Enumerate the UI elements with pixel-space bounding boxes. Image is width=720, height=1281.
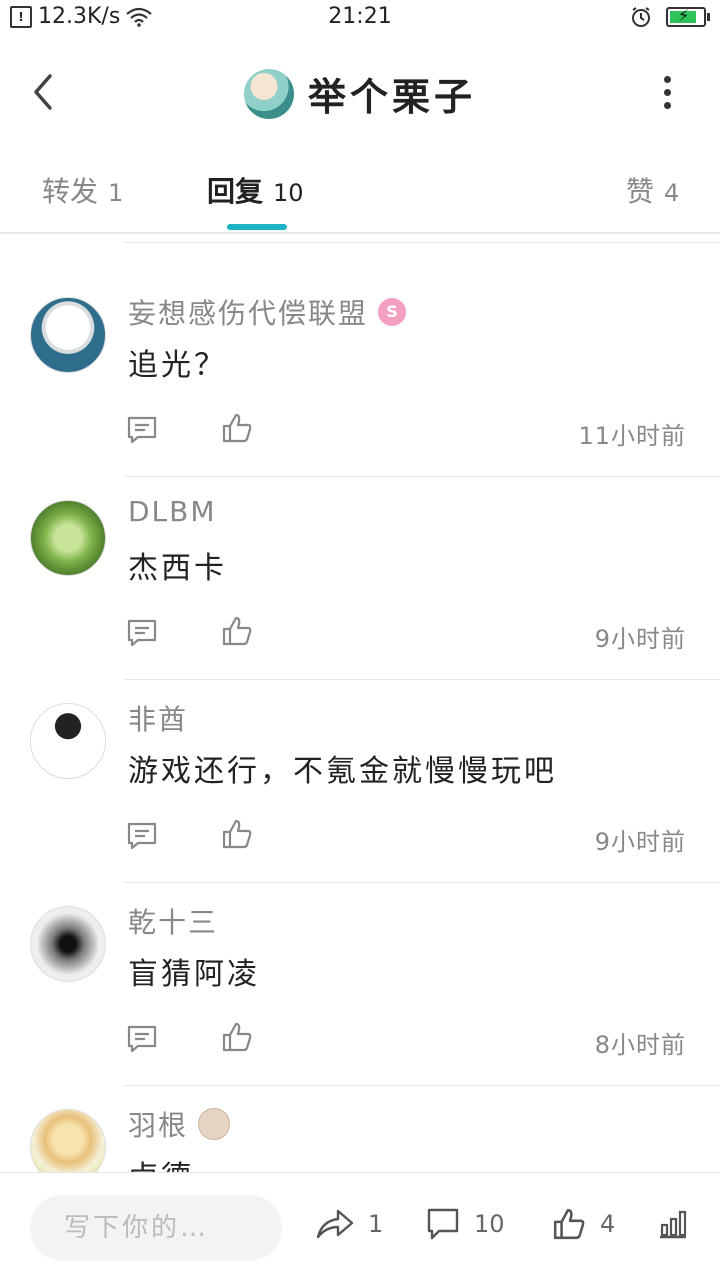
avatar[interactable]	[30, 1109, 106, 1172]
reply-icon[interactable]	[126, 820, 158, 852]
comment-author[interactable]: 乾十三	[128, 901, 218, 941]
tab-indicator	[227, 224, 287, 230]
comment-item: DLBM 杰西卡 9小时前	[0, 477, 720, 680]
comment-button[interactable]: 10	[426, 1207, 505, 1241]
level-badge: S	[378, 298, 407, 326]
status-bar: ! 12.3K/s 21:21 ⚡	[0, 0, 720, 36]
avatar[interactable]	[30, 297, 106, 373]
share-icon	[316, 1209, 354, 1239]
medal-icon	[198, 1108, 231, 1140]
tab-repost[interactable]: 转发 1	[42, 170, 123, 210]
comment-time: 8小时前	[594, 1031, 686, 1059]
comment-author[interactable]: 妄想感伤代偿联盟	[128, 292, 368, 332]
comment-count: 10	[474, 1210, 505, 1238]
comment-text: 追光？	[128, 348, 227, 383]
comment-time: 11小时前	[578, 422, 686, 450]
comment-text: 卤德	[128, 1152, 194, 1172]
like-icon	[553, 1208, 585, 1240]
avatar[interactable]	[30, 703, 106, 779]
share-button[interactable]: 1	[316, 1207, 383, 1241]
share-count: 1	[368, 1210, 384, 1238]
like-icon[interactable]	[221, 615, 253, 647]
tab-reply[interactable]: 回复 10	[207, 170, 304, 210]
more-icon[interactable]	[664, 76, 672, 109]
comment-text: 杰西卡	[128, 551, 227, 586]
comment-icon	[427, 1208, 459, 1240]
user-avatar[interactable]	[243, 68, 294, 119]
comment-list[interactable]: 妄想感伤代偿联盟 S 追光？ 11小时前 DLBM 杰西卡 9小时前 非酋 游戏…	[0, 234, 720, 1172]
avatar[interactable]	[30, 500, 106, 576]
bottom-bar: 写下你的… 1 10 4	[0, 1172, 720, 1281]
avatar[interactable]	[30, 906, 106, 982]
like-button[interactable]: 4	[552, 1207, 615, 1241]
stats-icon	[660, 1210, 687, 1239]
comment-time: 9小时前	[594, 828, 686, 856]
comment-author[interactable]: 非酋	[128, 698, 188, 738]
comment-author[interactable]: DLBM	[128, 495, 217, 528]
like-icon[interactable]	[221, 412, 253, 444]
tab-bar: 转发 1 回复 10 赞4	[0, 146, 720, 234]
reply-icon[interactable]	[126, 1023, 158, 1055]
comment-item: 非酋 游戏还行，不氪金就慢慢玩吧 9小时前	[0, 680, 720, 883]
reply-icon[interactable]	[126, 617, 158, 649]
like-icon[interactable]	[221, 818, 253, 850]
like-count: 4	[600, 1210, 616, 1238]
clock: 21:21	[328, 4, 392, 29]
battery-icon: ⚡	[666, 6, 710, 27]
page-title: 举个栗子	[307, 75, 476, 119]
tab-like[interactable]: 赞4	[626, 170, 679, 210]
stats-button[interactable]	[656, 1207, 690, 1241]
comment-item: 乾十三 盲猜阿凌 8小时前	[0, 883, 720, 1086]
comment-item: 妄想感伤代偿联盟 S 追光？ 11小时前	[0, 274, 720, 477]
alarm-icon	[632, 7, 650, 27]
comment-author[interactable]: 羽根	[128, 1104, 188, 1144]
comment-text: 游戏还行，不氪金就慢慢玩吧	[128, 754, 557, 789]
comment-text: 盲猜阿凌	[128, 957, 260, 992]
reply-icon[interactable]	[126, 414, 158, 446]
comment-input[interactable]: 写下你的…	[30, 1195, 282, 1261]
header: 举个栗子	[0, 36, 720, 146]
comment-item: 羽根 卤德	[0, 1086, 720, 1172]
like-icon[interactable]	[221, 1021, 253, 1053]
comment-time: 9小时前	[594, 625, 686, 653]
